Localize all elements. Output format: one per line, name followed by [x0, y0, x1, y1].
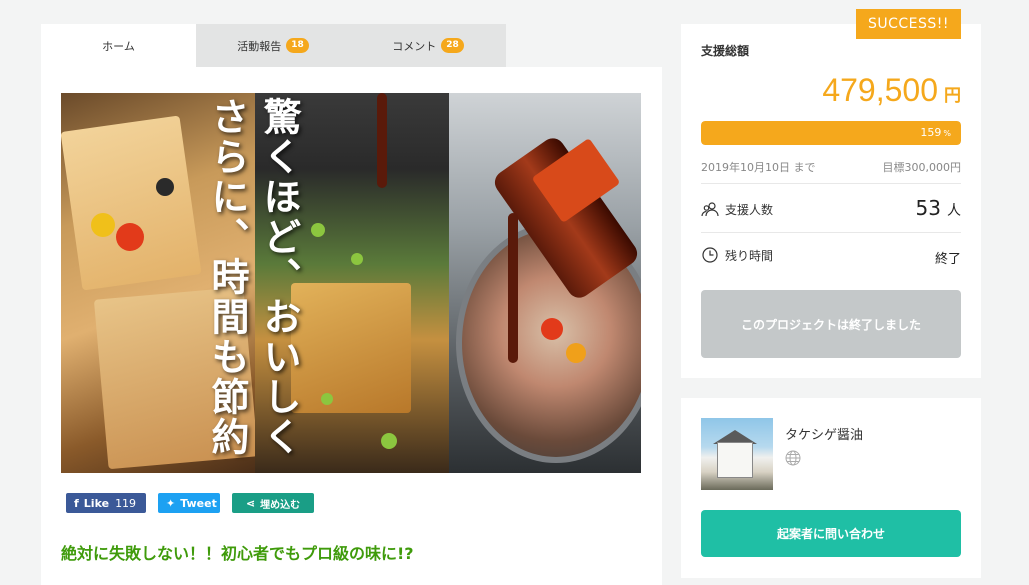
percent-unit: %	[943, 129, 951, 138]
embed-button[interactable]: ⋖ 埋め込む	[232, 493, 314, 513]
hero-tomato	[91, 213, 115, 237]
social-buttons: f Like 119 ✦ Tweet ⋖ 埋め込む	[66, 493, 314, 513]
success-badge: SUCCESS!!	[856, 9, 961, 39]
hero-scallion	[321, 393, 333, 405]
project-headline: 絶対に失敗しない！！初心者でもプロ級の味に!?	[61, 544, 414, 563]
owner-card: タケシゲ醤油 起案者に問い合わせ	[681, 398, 981, 578]
hero-toast-1	[61, 115, 202, 291]
users-icon	[701, 202, 719, 217]
embed-label: 埋め込む	[260, 499, 301, 511]
hero-scallion	[381, 433, 397, 449]
hero-tomato	[541, 318, 563, 340]
deadline-text: 2019年10月10日 まで	[701, 161, 816, 174]
percent-value: 159	[920, 126, 942, 139]
hero-overlay-text-1: 驚くほど、おいしく	[257, 97, 302, 457]
tweet-label: Tweet	[180, 496, 217, 510]
project-hero-image: 驚くほど、おいしく さらに、時間も節約	[61, 93, 641, 473]
tweet-button[interactable]: ✦ Tweet	[158, 493, 220, 513]
activity-reports-count-badge: 18	[286, 38, 309, 53]
divider	[701, 232, 961, 233]
tab-activity-reports-label: 活動報告	[237, 39, 282, 53]
facebook-like-count: 119	[115, 496, 137, 510]
hero-scallion	[351, 253, 363, 265]
tab-home-label: ホーム	[102, 39, 135, 53]
total-support-amount: 479,500 円	[822, 72, 961, 109]
hero-tomato	[566, 343, 586, 363]
hero-tomato	[116, 223, 144, 251]
tab-comments-label: コメント	[392, 39, 437, 53]
clock-icon	[702, 247, 718, 263]
share-icon: ⋖	[245, 496, 256, 510]
backers-count: 53 人	[916, 196, 961, 220]
tab-bar: ホーム 活動報告 18 コメント 28	[41, 24, 662, 67]
funding-percent: 159%	[920, 126, 951, 139]
hero-overlay-text-2: さらに、時間も節約	[205, 97, 250, 457]
amount-currency: 円	[944, 86, 961, 105]
twitter-icon: ✦	[166, 496, 176, 510]
contact-owner-button[interactable]: 起案者に問い合わせ	[701, 510, 961, 557]
divider	[701, 183, 961, 184]
funding-summary-card: 支援総額 479,500 円 159% 2019年10月10日 まで 目標300,…	[681, 24, 981, 378]
owner-name[interactable]: タケシゲ醤油	[785, 424, 863, 443]
amount-value: 479,500	[822, 72, 938, 108]
globe-icon[interactable]	[785, 450, 801, 466]
main-content: 驚くほど、おいしく さらに、時間も節約 f Like 119 ✦ Tweet ⋖…	[41, 67, 662, 585]
hero-olive	[156, 178, 174, 196]
facebook-like-label: Like	[83, 496, 110, 510]
facebook-like-button[interactable]: f Like 119	[66, 493, 146, 513]
remaining-label: 残り時間	[725, 248, 774, 263]
backers-count-value: 53	[915, 196, 941, 220]
facebook-icon: f	[74, 496, 79, 510]
hero-tofu	[291, 283, 411, 413]
tab-home[interactable]: ホーム	[41, 24, 196, 67]
hero-sauce-drip	[508, 213, 518, 363]
backers-label: 支援人数	[725, 202, 774, 217]
tab-comments[interactable]: コメント 28	[350, 24, 506, 67]
funding-progress-bar: 159%	[701, 121, 961, 145]
avatar-house	[717, 442, 753, 478]
tab-activity-reports[interactable]: 活動報告 18	[196, 24, 350, 67]
comments-count-badge: 28	[441, 38, 464, 53]
remaining-row-label: 残り時間	[701, 246, 773, 264]
owner-avatar[interactable]	[701, 418, 773, 490]
remaining-time-value: 終了	[934, 252, 961, 267]
goal-text: 目標300,000円	[882, 161, 962, 174]
project-ended-button[interactable]: このプロジェクトは終了しました	[701, 290, 961, 358]
hero-scallion	[311, 223, 325, 237]
total-support-label: 支援総額	[701, 44, 750, 58]
hero-sauce-drip	[377, 93, 387, 188]
backers-row-label: 支援人数	[701, 200, 773, 218]
backers-unit: 人	[947, 203, 961, 219]
